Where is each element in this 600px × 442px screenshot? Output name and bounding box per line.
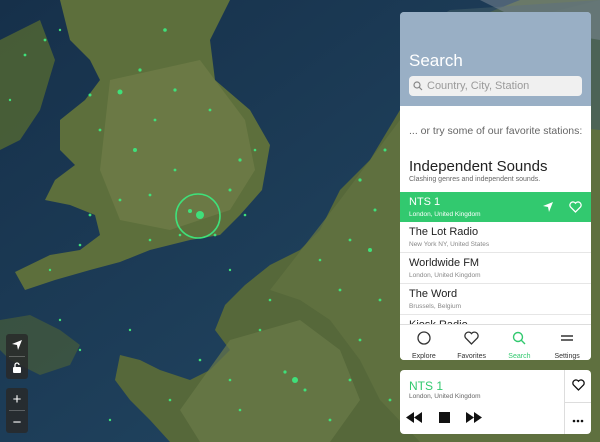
fast-forward-button[interactable] [463,410,485,428]
zoom-in-button[interactable]: + [6,388,28,410]
station-row-worldwide-fm[interactable]: Worldwide FM London, United Kingdom [400,253,591,284]
favorite-button[interactable] [565,376,591,398]
location-controls [6,334,28,379]
tab-favorites[interactable]: Favorites [448,325,496,360]
tab-bar: Explore Favorites Search Settings [400,324,591,360]
search-box[interactable] [409,76,582,96]
tab-settings[interactable]: Settings [543,325,591,360]
section-subtitle: Clashing genres and independent sounds. [409,176,541,183]
stop-button[interactable] [433,410,455,428]
rewind-icon [406,410,422,428]
zoom-controls: + − [6,388,28,433]
station-list: NTS 1 London, United Kingdom The Lot Rad… [400,192,591,346]
search-panel: Search ... or try some of our favorite s… [400,12,591,360]
tab-label: Search [508,353,531,360]
tab-search[interactable]: Search [496,325,544,360]
search-input[interactable] [427,80,577,92]
station-name: The Word [409,288,458,300]
section-title: Independent Sounds [409,158,548,175]
now-playing-panel: NTS 1 London, United Kingdom [400,370,591,434]
heart-icon [464,331,479,350]
search-icon [409,81,427,91]
tab-label: Favorites [457,353,487,360]
heart-icon [571,378,585,396]
tab-label: Explore [412,353,436,360]
zoom-out-button[interactable]: − [6,411,28,433]
station-location: London, United Kingdom [409,211,481,218]
station-row-nts-1[interactable]: NTS 1 London, United Kingdom [400,192,591,222]
intro-text: ... or try some of our favorite stations… [409,125,583,137]
divider [564,402,591,403]
now-playing-name: NTS 1 [409,379,444,393]
station-name: The Lot Radio [409,226,479,238]
panel-title: Search [409,51,463,70]
stop-icon [438,410,450,428]
circle-icon [417,331,431,350]
station-row-the-lot-radio[interactable]: The Lot Radio New York NY, United States [400,222,591,253]
station-name: NTS 1 [409,196,441,208]
unlock-icon[interactable] [6,357,28,379]
rewind-button[interactable] [403,410,425,428]
station-location: London, United Kingdom [409,272,481,279]
station-name: Worldwide FM [409,257,480,269]
station-location: New York NY, United States [409,241,490,248]
now-playing-location: London, United Kingdom [409,393,481,400]
station-location: Brussels, Belgium [409,303,462,310]
navigate-arrow-icon[interactable] [540,199,556,215]
station-row-the-word[interactable]: The Word Brussels, Belgium [400,284,591,315]
fast-forward-icon [466,410,482,428]
more-button[interactable] [565,408,591,430]
menu-icon [560,331,574,350]
heart-icon[interactable] [567,199,583,215]
search-header: Search [400,12,591,106]
tab-explore[interactable]: Explore [400,325,448,360]
more-dots-icon [572,410,584,428]
locate-arrow-icon[interactable] [6,334,28,356]
tab-label: Settings [554,353,580,360]
search-icon [512,331,526,350]
